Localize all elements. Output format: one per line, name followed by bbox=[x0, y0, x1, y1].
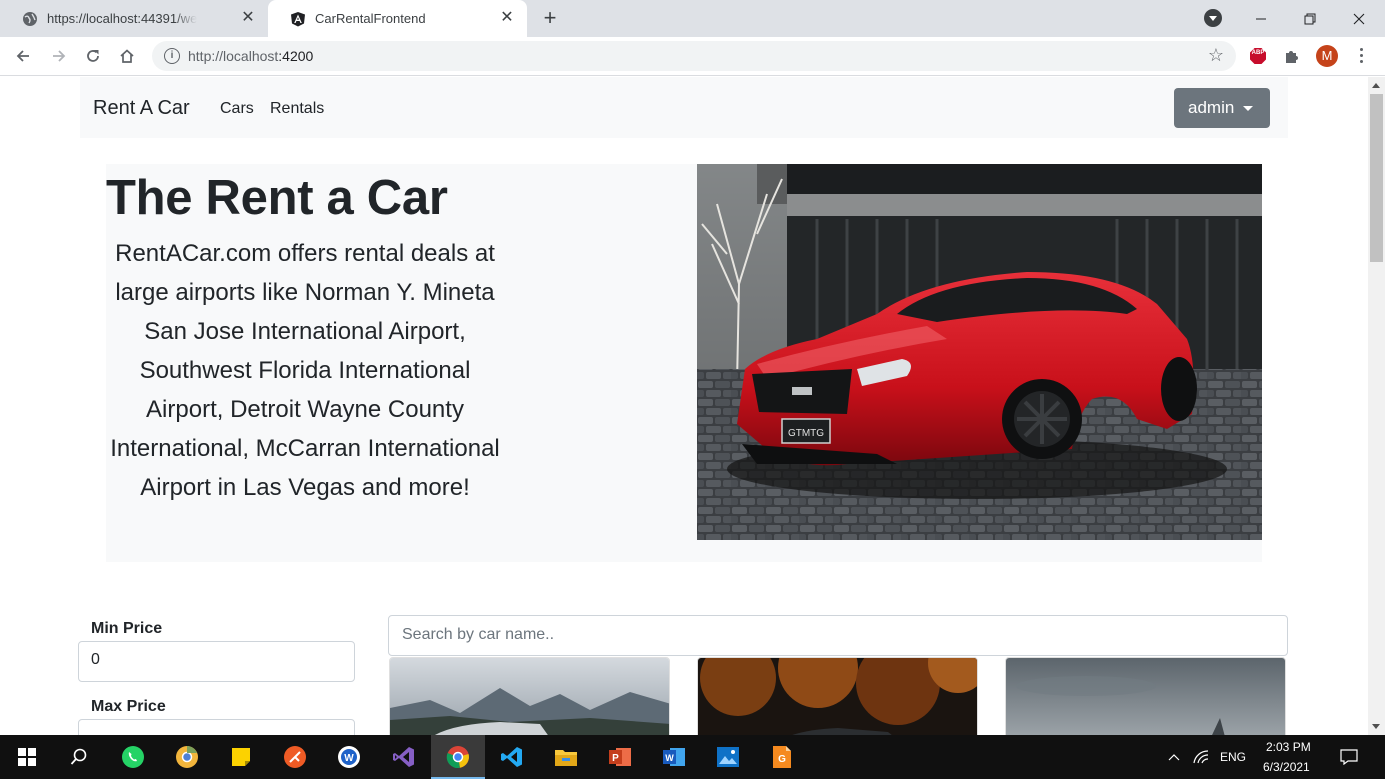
close-tab-icon[interactable]: ✕ bbox=[240, 10, 256, 26]
app-navbar: Rent A Car Cars Rentals admin bbox=[80, 77, 1288, 138]
reload-icon[interactable] bbox=[82, 45, 104, 67]
word-icon[interactable]: W bbox=[647, 735, 701, 779]
tab-carrentalfrontend[interactable]: CarRentalFrontend ✕ bbox=[268, 0, 527, 37]
url-text: http://localhost:4200 bbox=[188, 48, 314, 64]
car-card[interactable] bbox=[697, 657, 978, 735]
chrome-canary-icon[interactable] bbox=[160, 735, 214, 779]
close-tab-icon[interactable]: ✕ bbox=[499, 10, 515, 26]
globe-icon bbox=[22, 11, 38, 27]
forward-icon[interactable] bbox=[48, 45, 70, 67]
info-icon[interactable]: i bbox=[164, 48, 180, 64]
bookmark-star-icon[interactable]: ☆ bbox=[1208, 45, 1224, 66]
scroll-thumb[interactable] bbox=[1370, 94, 1383, 262]
car-search-input[interactable]: Search by car name.. bbox=[388, 615, 1288, 656]
clock-time[interactable]: 2:03 PM bbox=[1266, 740, 1311, 754]
adblock-label: ABP bbox=[1251, 50, 1265, 56]
page-viewport: Rent A Car Cars Rentals admin The Rent a… bbox=[0, 77, 1368, 735]
caret-down-icon bbox=[1243, 105, 1254, 111]
max-price-label: Max Price bbox=[91, 698, 166, 715]
tab-search-icon[interactable] bbox=[1204, 9, 1222, 27]
wifi-icon[interactable] bbox=[1188, 735, 1214, 779]
app-w-icon[interactable]: W bbox=[322, 735, 376, 779]
angular-icon bbox=[290, 11, 306, 27]
tab-title: https://localhost:44391/weatherforecast bbox=[47, 11, 197, 26]
page-scrollbar[interactable] bbox=[1368, 77, 1385, 735]
suv-mountains-photo bbox=[390, 658, 669, 735]
plate-text: GTMTG bbox=[788, 428, 824, 439]
tab-title: CarRentalFrontend bbox=[315, 11, 426, 26]
min-price-label: Min Price bbox=[91, 620, 163, 637]
powerpoint-icon[interactable]: P bbox=[593, 735, 647, 779]
file-explorer-icon[interactable] bbox=[539, 735, 593, 779]
sticky-notes-icon[interactable] bbox=[214, 735, 268, 779]
admin-dropdown-button[interactable]: admin bbox=[1174, 88, 1270, 128]
svg-text:W: W bbox=[665, 753, 674, 763]
minimize-icon[interactable] bbox=[1238, 0, 1284, 37]
restore-icon[interactable] bbox=[1287, 0, 1333, 37]
car-autumn-trees-photo bbox=[698, 658, 977, 735]
visual-studio-icon[interactable] bbox=[377, 735, 431, 779]
photos-icon[interactable] bbox=[701, 735, 755, 779]
chrome-icon[interactable] bbox=[431, 735, 485, 779]
back-icon[interactable] bbox=[12, 45, 34, 67]
search-icon[interactable] bbox=[52, 735, 106, 779]
admin-label: admin bbox=[1188, 98, 1235, 117]
windows-start-icon[interactable] bbox=[0, 735, 54, 779]
nav-link-rentals[interactable]: Rentals bbox=[270, 100, 324, 118]
svg-text:G: G bbox=[778, 754, 786, 765]
red-sports-car-photo: GTMTG bbox=[697, 164, 1262, 540]
vscode-icon[interactable] bbox=[485, 735, 539, 779]
home-icon[interactable] bbox=[116, 45, 138, 67]
car-card[interactable] bbox=[389, 657, 670, 735]
extensions-puzzle-icon[interactable] bbox=[1282, 46, 1302, 66]
svg-text:P: P bbox=[612, 753, 619, 764]
nav-link-cars[interactable]: Cars bbox=[220, 100, 254, 118]
windows-taskbar: W P W G ENG 2:03 PM 6/3/2021 bbox=[0, 735, 1385, 779]
max-price-input[interactable] bbox=[78, 719, 355, 735]
navbar-brand[interactable]: Rent A Car bbox=[93, 97, 190, 120]
scroll-down-arrow-icon[interactable] bbox=[1368, 718, 1385, 735]
svg-text:W: W bbox=[344, 753, 354, 764]
address-bar[interactable]: i http://localhost:4200 ☆ bbox=[152, 41, 1236, 71]
browser-toolbar: i http://localhost:4200 ☆ ABP M bbox=[0, 37, 1385, 76]
hero-jumbotron: The Rent a Car RentACar.com offers renta… bbox=[106, 164, 1262, 562]
tab-weatherforecast[interactable]: https://localhost:44391/weatherforecast … bbox=[0, 0, 268, 37]
adblock-icon[interactable]: ABP bbox=[1248, 46, 1268, 66]
car-card[interactable] bbox=[1005, 657, 1286, 735]
pdf-app-icon[interactable]: G bbox=[755, 735, 809, 779]
tray-chevron-up-icon[interactable] bbox=[1160, 735, 1188, 779]
scroll-up-arrow-icon[interactable] bbox=[1368, 77, 1385, 94]
tab-strip: https://localhost:44391/weatherforecast … bbox=[0, 0, 1385, 37]
new-tab-icon[interactable]: + bbox=[538, 7, 562, 31]
postman-icon[interactable] bbox=[268, 735, 322, 779]
clock-date[interactable]: 6/3/2021 bbox=[1263, 760, 1310, 774]
car-cloudy-sky-photo bbox=[1006, 658, 1285, 735]
hero-title: The Rent a Car bbox=[106, 171, 448, 225]
min-price-input[interactable]: 0 bbox=[78, 641, 355, 682]
whatsapp-icon[interactable] bbox=[106, 735, 160, 779]
profile-avatar[interactable]: M bbox=[1316, 45, 1338, 67]
menu-kebab-icon[interactable] bbox=[1355, 45, 1367, 67]
notifications-icon[interactable] bbox=[1334, 735, 1364, 779]
close-window-icon[interactable] bbox=[1336, 0, 1382, 37]
hero-description: RentACar.com offers rental deals at larg… bbox=[110, 240, 500, 501]
language-indicator[interactable]: ENG bbox=[1220, 750, 1246, 764]
